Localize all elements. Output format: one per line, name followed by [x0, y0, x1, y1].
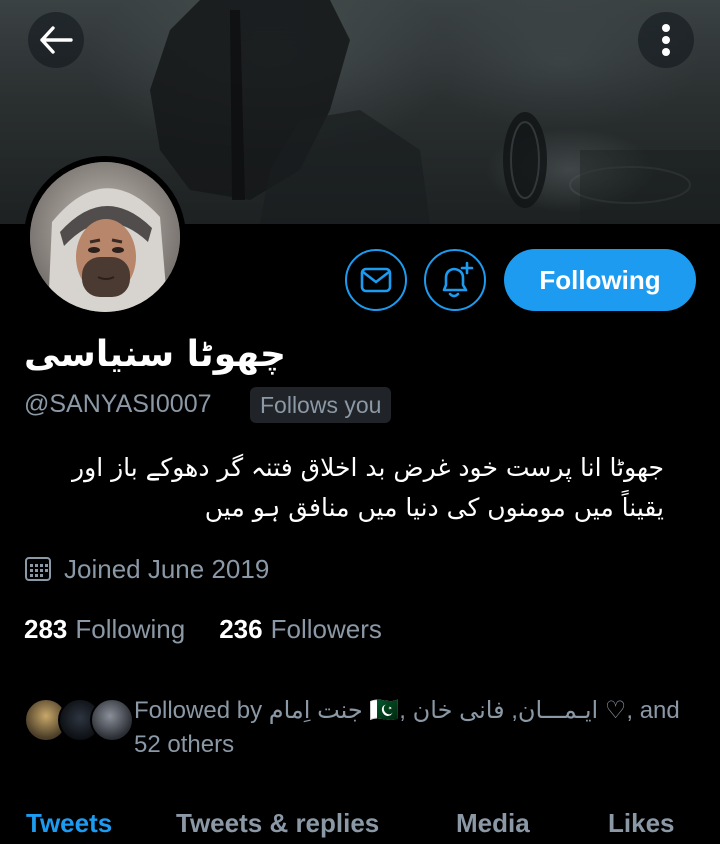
- tab-tweets-replies[interactable]: Tweets & replies: [176, 808, 379, 839]
- joined-text: Joined June 2019: [64, 553, 270, 584]
- display-name: چھوٹا سنیاسی: [24, 334, 286, 375]
- tab-likes[interactable]: Likes: [608, 808, 675, 839]
- bio: جھوٹا انا پرست خود غرض بد اخلاق فتنہ گر …: [24, 448, 664, 528]
- followed-by-text: Followed by جنت اِمام 🇵🇰, ایـمـــان, فان…: [134, 694, 700, 762]
- bio-line: یقیناً میں مومنوں کی دنیا میں منافق ہو م…: [204, 493, 664, 522]
- following-label: Following: [75, 614, 186, 644]
- followers-count: 236: [219, 614, 263, 644]
- profile-tabs: Tweets Tweets & replies Media Likes: [0, 800, 720, 844]
- followers-stat[interactable]: 236 Followers: [219, 614, 382, 645]
- tab-tweets[interactable]: Tweets: [26, 808, 112, 839]
- follower-avatars: [24, 694, 134, 744]
- followers-label: Followers: [270, 614, 382, 644]
- avatar-image: [30, 162, 180, 312]
- followed-by-line: 52 others: [134, 731, 235, 758]
- tab-media[interactable]: Media: [456, 808, 530, 839]
- profile-avatar[interactable]: [24, 156, 186, 318]
- calendar-icon: [25, 557, 51, 581]
- following-stat[interactable]: 283 Following: [24, 614, 185, 645]
- bell-plus-icon: [442, 261, 474, 298]
- followed-by[interactable]: Followed by جنت اِمام 🇵🇰, ایـمـــان, فان…: [24, 694, 700, 762]
- follows-you-badge: Follows you: [250, 387, 392, 423]
- bio-line: جھوٹا انا پرست خود غرض بد اخلاق فتنہ گر …: [72, 453, 664, 482]
- follow-stats: 283 Following 236 Followers: [24, 614, 382, 645]
- more-options-button[interactable]: [638, 12, 694, 68]
- notifications-button[interactable]: [424, 249, 486, 311]
- more-vertical-icon: [662, 24, 670, 56]
- arrow-left-icon: [40, 26, 73, 54]
- followed-by-line: Followed by جنت اِمام 🇵🇰, ایـمـــان, فان…: [134, 697, 680, 724]
- back-button[interactable]: [28, 12, 84, 68]
- follower-avatar: [90, 698, 134, 742]
- joined-date: Joined June 2019: [24, 552, 269, 586]
- handle: @SANYASI0007: [24, 390, 212, 418]
- following-count: 283: [24, 614, 68, 644]
- message-button[interactable]: [345, 249, 407, 311]
- following-button[interactable]: Following: [504, 249, 696, 311]
- mail-icon: [360, 267, 392, 293]
